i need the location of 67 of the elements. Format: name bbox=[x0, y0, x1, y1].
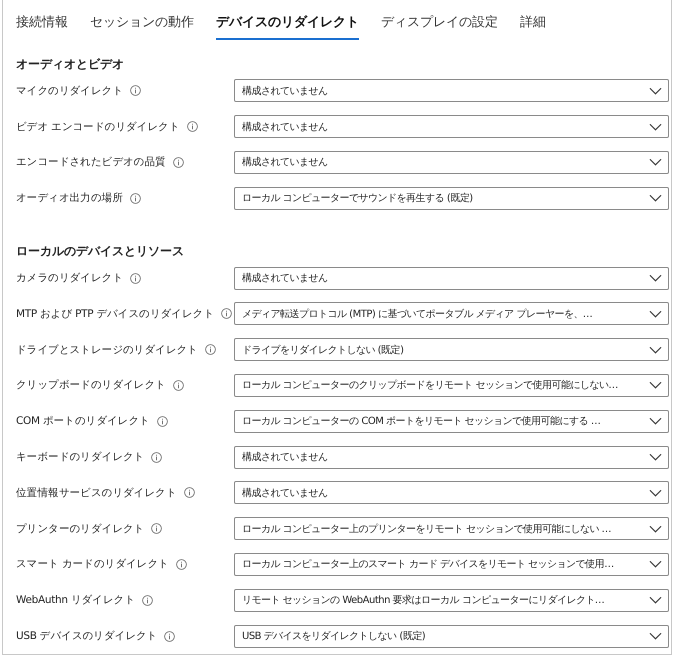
chevron-down-icon bbox=[649, 381, 662, 390]
dropdown[interactable]: 構成されていません bbox=[234, 115, 669, 138]
info-icon[interactable] bbox=[186, 121, 198, 132]
chevron-down-icon bbox=[649, 417, 662, 426]
tab[interactable]: セッションの動作 bbox=[90, 11, 194, 40]
field-label: MTP および PTP デバイスのリダイレクト bbox=[16, 306, 214, 321]
info-icon[interactable] bbox=[130, 85, 142, 96]
field-label: ドライブとストレージのリダイレクト bbox=[16, 342, 198, 357]
chevron-down-icon bbox=[649, 310, 662, 318]
dropdown[interactable]: ローカル コンピューター上のスマート カード デバイスをリモート セッションで使用… bbox=[234, 552, 669, 576]
field-label: WebAuthn リダイレクト bbox=[16, 593, 135, 608]
dropdown[interactable]: 構成されていません bbox=[234, 266, 669, 290]
field-label: オーディオ出力の場所 bbox=[16, 191, 124, 206]
info-icon[interactable] bbox=[204, 344, 216, 356]
tab[interactable]: 接続情報 bbox=[16, 11, 68, 40]
dropdown[interactable]: 構成されていません bbox=[234, 79, 669, 102]
chevron-down-icon bbox=[649, 560, 662, 568]
field-label: キーボードのリダイレクト bbox=[16, 450, 144, 464]
field-label: USB デバイスのリダイレクト bbox=[16, 629, 158, 644]
chevron-down-icon bbox=[649, 122, 662, 131]
dropdown[interactable]: メディア転送プロトコル (MTP) に基づいてポータブル メディア プレーヤーを、… bbox=[234, 302, 669, 326]
field-label: プリンターのリダイレクト bbox=[16, 522, 144, 536]
info-icon[interactable] bbox=[184, 487, 195, 498]
info-icon[interactable] bbox=[221, 308, 232, 320]
dropdown[interactable]: USB デバイスをリダイレクトしない (既定) bbox=[234, 624, 669, 648]
dropdown[interactable]: ローカル コンピューターのクリップボードをリモート セッションで使用可能にしない… bbox=[234, 374, 669, 397]
dropdown[interactable]: ローカル コンピューターでサウンドを再生する (既定) bbox=[234, 186, 669, 210]
field-label: COM ポートのリダイレクト bbox=[16, 414, 150, 428]
info-icon[interactable] bbox=[172, 156, 184, 168]
field-label: ビデオ エンコードのリダイレクト bbox=[16, 120, 180, 134]
section-heading: オーディオとビデオ bbox=[16, 56, 125, 72]
chevron-down-icon bbox=[649, 596, 662, 604]
chevron-down-icon bbox=[649, 346, 662, 354]
info-icon[interactable] bbox=[142, 594, 153, 606]
field-label: クリップボードのリダイレクト bbox=[16, 378, 166, 392]
info-icon[interactable] bbox=[164, 630, 176, 642]
chevron-down-icon bbox=[649, 488, 662, 497]
chevron-down-icon bbox=[649, 632, 662, 640]
field-label: カメラのリダイレクト bbox=[16, 271, 124, 286]
tab[interactable]: デバイスのリダイレクト bbox=[216, 11, 359, 40]
info-icon[interactable] bbox=[172, 380, 184, 391]
chevron-down-icon bbox=[649, 158, 662, 166]
info-icon[interactable] bbox=[130, 192, 142, 204]
dropdown[interactable]: 構成されていません bbox=[234, 150, 669, 174]
field-label: エンコードされたビデオの品質 bbox=[16, 155, 166, 170]
dropdown[interactable]: リモート セッションの WebAuthn 要求はローカル コンピューターにリダイレクト… bbox=[234, 588, 669, 612]
field-label: マイクのリダイレクト bbox=[16, 84, 124, 98]
tab[interactable]: ディスプレイの設定 bbox=[381, 11, 498, 40]
chevron-down-icon bbox=[649, 453, 662, 462]
info-icon[interactable] bbox=[151, 523, 162, 534]
tab[interactable]: 詳細 bbox=[520, 11, 546, 40]
dropdown[interactable]: ドライブをリダイレクトしない (既定) bbox=[234, 338, 669, 362]
dropdown[interactable]: ローカル コンピューターの COM ポートをリモート セッションで使用可能にする … bbox=[234, 410, 669, 433]
chevron-down-icon bbox=[649, 194, 662, 202]
dropdown[interactable]: 構成されていません bbox=[234, 481, 669, 504]
field-label: 位置情報サービスのリダイレクト bbox=[16, 486, 177, 500]
dropdown[interactable]: ローカル コンピューター上のプリンターをリモート セッションで使用可能にしない … bbox=[234, 517, 669, 540]
chevron-down-icon bbox=[649, 86, 662, 95]
info-icon[interactable] bbox=[151, 452, 162, 463]
field-label: スマート カードのリダイレクト bbox=[16, 557, 169, 572]
info-icon[interactable] bbox=[176, 558, 187, 570]
section-heading: ローカルのデバイスとリソース bbox=[16, 243, 185, 260]
dropdown[interactable]: 構成されていません bbox=[234, 446, 669, 469]
chevron-down-icon bbox=[649, 524, 662, 533]
info-icon[interactable] bbox=[156, 416, 168, 427]
chevron-down-icon bbox=[649, 274, 662, 282]
info-icon[interactable] bbox=[130, 272, 142, 284]
